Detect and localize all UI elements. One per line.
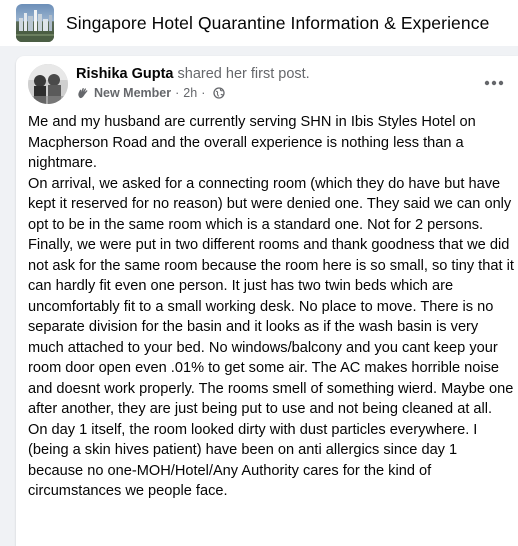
city-skyline-icon[interactable] [16, 4, 54, 42]
meta-separator: · [201, 86, 206, 100]
more-options-button[interactable] [478, 66, 510, 98]
globe-icon[interactable] [213, 87, 226, 99]
post-paragraph: Me and my husband are currently serving … [28, 114, 476, 171]
post-timestamp[interactable]: 2h [183, 86, 197, 100]
more-options-icon [484, 73, 504, 91]
post-paragraph: Finally, we were put in two different ro… [28, 237, 514, 499]
group-header: Singapore Hotel Quarantine Information &… [0, 0, 518, 46]
post-header: Rishika Gupta shared her first post. New… [28, 64, 506, 108]
meta-separator: · [175, 86, 180, 100]
post-card: Rishika Gupta shared her first post. New… [16, 56, 518, 546]
post-action-text: shared her first post. [177, 66, 310, 82]
post-body: Me and my husband are currently serving … [28, 112, 514, 502]
author-name[interactable]: Rishika Gupta [76, 66, 174, 82]
group-title[interactable]: Singapore Hotel Quarantine Information &… [66, 13, 489, 34]
post-meta: New Member · 2h · [76, 86, 226, 100]
author-line: Rishika Gupta shared her first post. [76, 66, 310, 82]
post-paragraph: On arrival, we asked for a connecting ro… [28, 175, 512, 233]
avatar[interactable] [28, 64, 68, 104]
waving-hand-icon [76, 86, 90, 100]
member-badge[interactable]: New Member [94, 86, 171, 100]
